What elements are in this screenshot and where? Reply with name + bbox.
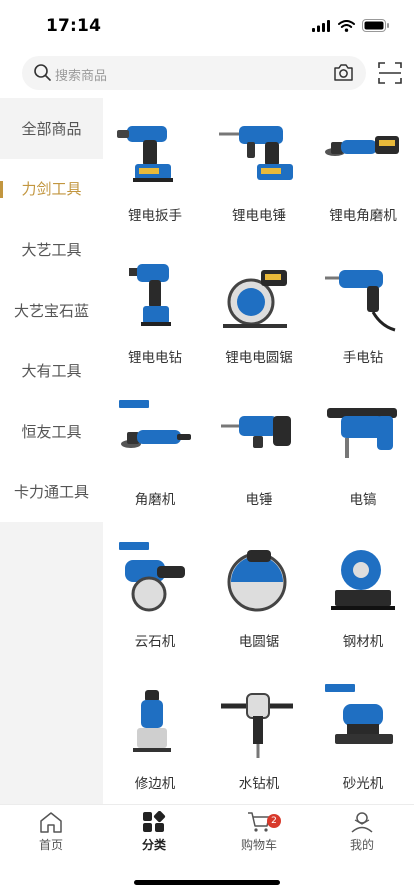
tab-profile[interactable]: 我的 [322,811,402,853]
signal-icon [312,19,330,32]
product-card[interactable]: 手电钻 [311,240,414,382]
product-card[interactable]: 锂电电钻 [103,240,207,382]
category-sidebar: 全部商品 力剑工具 大艺工具 大艺宝石蓝 大有工具 恒友工具 卡力通工具 [0,98,103,804]
product-name: 砂光机 [342,776,384,792]
search-row: 搜索商品 [0,56,414,92]
sidebar-item-label: 全部商品 [21,119,82,138]
tab-category[interactable]: 分类 [114,811,194,853]
product-name: 手电钻 [342,350,384,366]
tab-label: 分类 [141,838,166,852]
product-card[interactable]: 角磨机 [103,382,207,524]
tab-cart[interactable]: 2 购物车 [219,811,299,853]
product-card[interactable]: 云石机 [103,524,207,666]
sidebar-item-lijian[interactable]: 力剑工具 [0,158,103,220]
product-card[interactable]: 锂电电锤 [207,98,311,240]
sidebar-item-all[interactable]: 全部商品 [0,98,103,159]
angle-grinder-icon [321,112,405,196]
product-card[interactable]: 锂电电圆锯 [207,240,311,382]
product-grid: 锂电扳手 锂电电锤 锂电角磨机 锂电电钻 锂电电圆锯 手电钻 角磨机 电锤 电镐… [103,98,414,804]
battery-icon [362,19,389,32]
product-card[interactable]: 电圆锯 [207,524,311,666]
search-placeholder: 搜索商品 [55,69,108,84]
product-name: 锂电扳手 [128,208,182,224]
circular-saw-icon [217,538,301,622]
product-name: 修边机 [134,776,176,792]
search-icon [34,64,51,81]
product-name: 锂电电锤 [232,208,286,224]
sidebar-item-label: 大艺宝石蓝 [13,301,89,320]
sidebar-item-dayi-sapphire[interactable]: 大艺宝石蓝 [0,279,103,341]
tab-home[interactable]: 首页 [11,811,91,853]
status-time: 17:14 [46,16,102,36]
sidebar-item-label: 大有工具 [21,362,82,381]
status-icons [312,19,390,32]
status-bar: 17:14 [0,0,414,50]
scan-icon[interactable] [378,61,402,85]
cart-badge: 2 [267,814,281,828]
product-card[interactable]: 电镐 [311,382,414,524]
demolition-hammer-icon [321,396,405,480]
product-name: 水钻机 [238,776,280,792]
product-card[interactable]: 锂电角磨机 [311,98,414,240]
cutoff-machine-icon [321,538,405,622]
sidebar-item-label: 恒友工具 [21,422,82,441]
angle-grinder-icon [113,396,197,480]
product-name: 锂电电圆锯 [225,350,293,366]
sidebar-item-label: 卡力通工具 [13,483,89,502]
product-card[interactable]: 锂电扳手 [103,98,207,240]
profile-icon [351,812,373,833]
app-screen: 17:14 搜索商品 全部商品 力剑工具 大艺工具 大艺宝石蓝 大有工具 恒友工… [0,0,414,896]
tab-label: 购物车 [240,838,277,852]
wifi-icon [338,19,355,32]
impact-wrench-icon [113,112,197,196]
product-name: 云石机 [134,634,176,650]
product-name: 电镐 [349,492,377,508]
product-name: 电圆锯 [238,634,280,650]
sidebar-item-label: 大艺工具 [21,240,82,259]
trimmer-icon [113,680,197,764]
sidebar-item-dayou[interactable]: 大有工具 [0,340,103,401]
product-card[interactable]: 水钻机 [207,666,311,808]
sidebar-item-label: 力剑工具 [21,180,82,199]
product-card[interactable]: 电锤 [207,382,311,524]
active-indicator [0,180,3,198]
home-icon [40,812,62,833]
product-name: 钢材机 [342,634,384,650]
cordless-drill-icon [113,254,197,338]
core-drill-icon [217,680,301,764]
camera-icon[interactable] [333,63,354,82]
product-name: 电锤 [245,492,273,508]
product-card[interactable]: 钢材机 [311,524,414,666]
sidebar-item-dayi[interactable]: 大艺工具 [0,219,103,280]
home-indicator[interactable] [134,880,280,885]
sander-icon [321,680,405,764]
hand-drill-icon [321,254,405,338]
sidebar-item-hengyou[interactable]: 恒友工具 [0,400,103,462]
circular-saw-icon [217,254,301,338]
sidebar-item-kalitong[interactable]: 卡力通工具 [0,461,103,523]
product-name: 锂电电钻 [128,350,182,366]
marble-cutter-icon [113,538,197,622]
category-icon [143,811,166,832]
electric-hammer-icon [217,396,301,480]
tab-label: 首页 [38,838,63,852]
search-input[interactable]: 搜索商品 [22,56,366,90]
tab-label: 我的 [349,838,374,852]
product-card[interactable]: 修边机 [103,666,207,808]
rotary-hammer-icon [217,112,301,196]
product-name: 锂电角磨机 [329,208,397,224]
product-name: 角磨机 [134,492,176,508]
product-card[interactable]: 砂光机 [311,666,414,808]
